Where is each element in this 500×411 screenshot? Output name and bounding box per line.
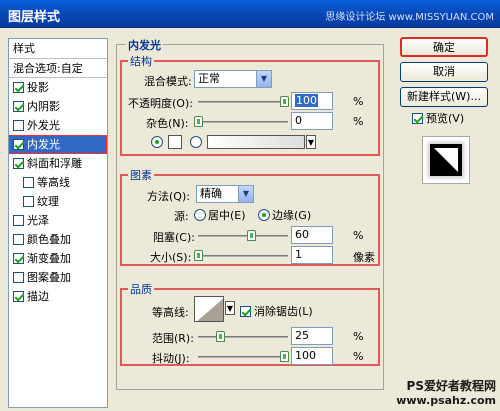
noise-slider[interactable] <box>194 116 288 127</box>
checkbox-icon[interactable] <box>13 215 24 226</box>
checkbox-icon[interactable] <box>13 291 24 302</box>
layer-style-dialog: 图层样式 思缘设计论坛 www.MISSYUAN.COM 样式 混合选项:自定 … <box>0 0 500 411</box>
noise-label: 杂色(N): <box>146 117 189 130</box>
checkbox-icon[interactable] <box>13 120 24 131</box>
jitter-input[interactable]: 100 <box>291 347 333 365</box>
elements-title: 图素 <box>128 167 154 183</box>
site-url: www.psahz.com <box>396 394 496 407</box>
opacity-label: 不透明度(O): <box>128 97 193 110</box>
opacity-unit: % <box>353 95 364 108</box>
style-item-color-overlay[interactable]: 颜色叠加 <box>9 230 107 249</box>
checkbox-icon[interactable] <box>13 101 24 112</box>
window-title: 图层样式 <box>8 10 61 25</box>
jitter-slider-thumb[interactable] <box>280 351 289 362</box>
jitter-slider[interactable] <box>198 351 289 362</box>
style-item-drop-shadow[interactable]: 投影 <box>9 78 107 97</box>
antialias-option[interactable]: 消除锯齿(L) <box>240 303 313 319</box>
choke-unit: % <box>353 229 364 242</box>
preview-option[interactable]: 预览(V) <box>412 110 464 126</box>
structure-title: 结构 <box>128 53 154 69</box>
checkbox-icon[interactable] <box>13 82 24 93</box>
size-unit: 像素 <box>353 251 375 264</box>
radio-icon[interactable] <box>258 209 270 221</box>
range-slider[interactable] <box>198 331 288 342</box>
range-label: 范围(R): <box>152 332 194 345</box>
contour-label: 等高线: <box>152 306 189 319</box>
source-edge-option[interactable]: 边缘(G) <box>258 207 311 223</box>
blend-options-item[interactable]: 混合选项:自定 <box>9 59 107 78</box>
preview-diagonal-icon <box>434 148 458 172</box>
contour-picker[interactable] <box>194 296 224 322</box>
watermark-text: 思缘设计论坛 www.MISSYUAN.COM <box>325 12 494 23</box>
style-item-pattern-overlay[interactable]: 图案叠加 <box>9 268 107 287</box>
style-item-bevel-emboss[interactable]: 斜面和浮雕 <box>9 154 107 173</box>
blend-mode-select[interactable]: 正常 ▼ <box>194 70 272 88</box>
range-input[interactable]: 25 <box>291 327 333 345</box>
size-slider-thumb[interactable] <box>194 250 203 261</box>
size-slider[interactable] <box>194 250 288 261</box>
chevron-down-icon[interactable]: ▼ <box>306 135 316 149</box>
chevron-down-icon[interactable]: ▼ <box>225 301 235 315</box>
style-list-header[interactable]: 样式 <box>9 39 107 59</box>
opacity-input[interactable]: 100 <box>291 92 333 110</box>
radio-icon[interactable] <box>194 209 206 221</box>
checkbox-icon[interactable] <box>13 253 24 264</box>
choke-slider[interactable] <box>198 230 288 241</box>
checkbox-icon[interactable] <box>23 196 34 207</box>
noise-input[interactable]: 0 <box>291 112 333 130</box>
size-input[interactable]: 1 <box>291 246 333 264</box>
style-item-gradient-overlay[interactable]: 渐变叠加 <box>9 249 107 268</box>
style-list: 样式 混合选项:自定 投影 内阴影 外发光 内发光 斜面和浮雕 等高线 纹理 光… <box>8 38 108 408</box>
quality-title: 品质 <box>128 281 154 297</box>
checkbox-icon[interactable] <box>412 113 423 124</box>
source-center-option[interactable]: 居中(E) <box>194 207 246 223</box>
site-watermark: PS爱好者教程网 www.psahz.com <box>396 377 496 407</box>
technique-select[interactable]: 精确 ▼ <box>196 185 254 203</box>
style-item-satin[interactable]: 光泽 <box>9 211 107 230</box>
checkbox-icon[interactable] <box>13 234 24 245</box>
opacity-slider-thumb[interactable] <box>280 96 289 107</box>
technique-label: 方法(Q): <box>147 190 190 203</box>
preview-swatch <box>430 144 462 176</box>
color-radio[interactable] <box>151 136 163 148</box>
choke-slider-thumb[interactable] <box>247 230 256 241</box>
glow-color-swatch[interactable] <box>168 135 182 149</box>
style-item-contour[interactable]: 等高线 <box>9 173 107 192</box>
style-item-outer-glow[interactable]: 外发光 <box>9 116 107 135</box>
range-slider-thumb[interactable] <box>216 331 225 342</box>
style-preview-thumbnail <box>422 136 470 184</box>
gradient-radio[interactable] <box>190 136 202 148</box>
ok-button[interactable]: 确定 <box>400 37 488 57</box>
jitter-label: 抖动(J): <box>152 352 190 365</box>
glow-gradient-picker[interactable] <box>207 135 305 149</box>
opacity-slider[interactable] <box>198 96 289 107</box>
checkbox-icon[interactable] <box>13 158 24 169</box>
checkbox-icon[interactable] <box>23 177 34 188</box>
jitter-unit: % <box>353 350 364 363</box>
new-style-button[interactable]: 新建样式(W)... <box>400 87 488 107</box>
checkbox-icon[interactable] <box>240 306 251 317</box>
checkbox-icon[interactable] <box>13 139 24 150</box>
title-bar: 图层样式 思缘设计论坛 www.MISSYUAN.COM <box>0 0 500 28</box>
style-item-stroke[interactable]: 描边 <box>9 287 107 306</box>
site-name: PS爱好者教程网 <box>406 379 496 393</box>
size-label: 大小(S): <box>150 251 192 264</box>
range-unit: % <box>353 330 364 343</box>
noise-unit: % <box>353 115 364 128</box>
noise-slider-thumb[interactable] <box>194 116 203 127</box>
cancel-button[interactable]: 取消 <box>400 62 488 82</box>
panel-title: 内发光 <box>126 37 163 53</box>
blend-mode-label: 混合模式: <box>144 75 192 88</box>
chevron-down-icon: ▼ <box>238 186 253 202</box>
style-item-inner-shadow[interactable]: 内阴影 <box>9 97 107 116</box>
source-label: 源: <box>174 210 189 223</box>
chevron-down-icon: ▼ <box>256 71 271 87</box>
checkbox-icon[interactable] <box>13 272 24 283</box>
style-item-texture[interactable]: 纹理 <box>9 192 107 211</box>
choke-label: 阻塞(C): <box>153 231 195 244</box>
choke-input[interactable]: 60 <box>291 226 333 244</box>
style-item-inner-glow[interactable]: 内发光 <box>9 135 107 154</box>
